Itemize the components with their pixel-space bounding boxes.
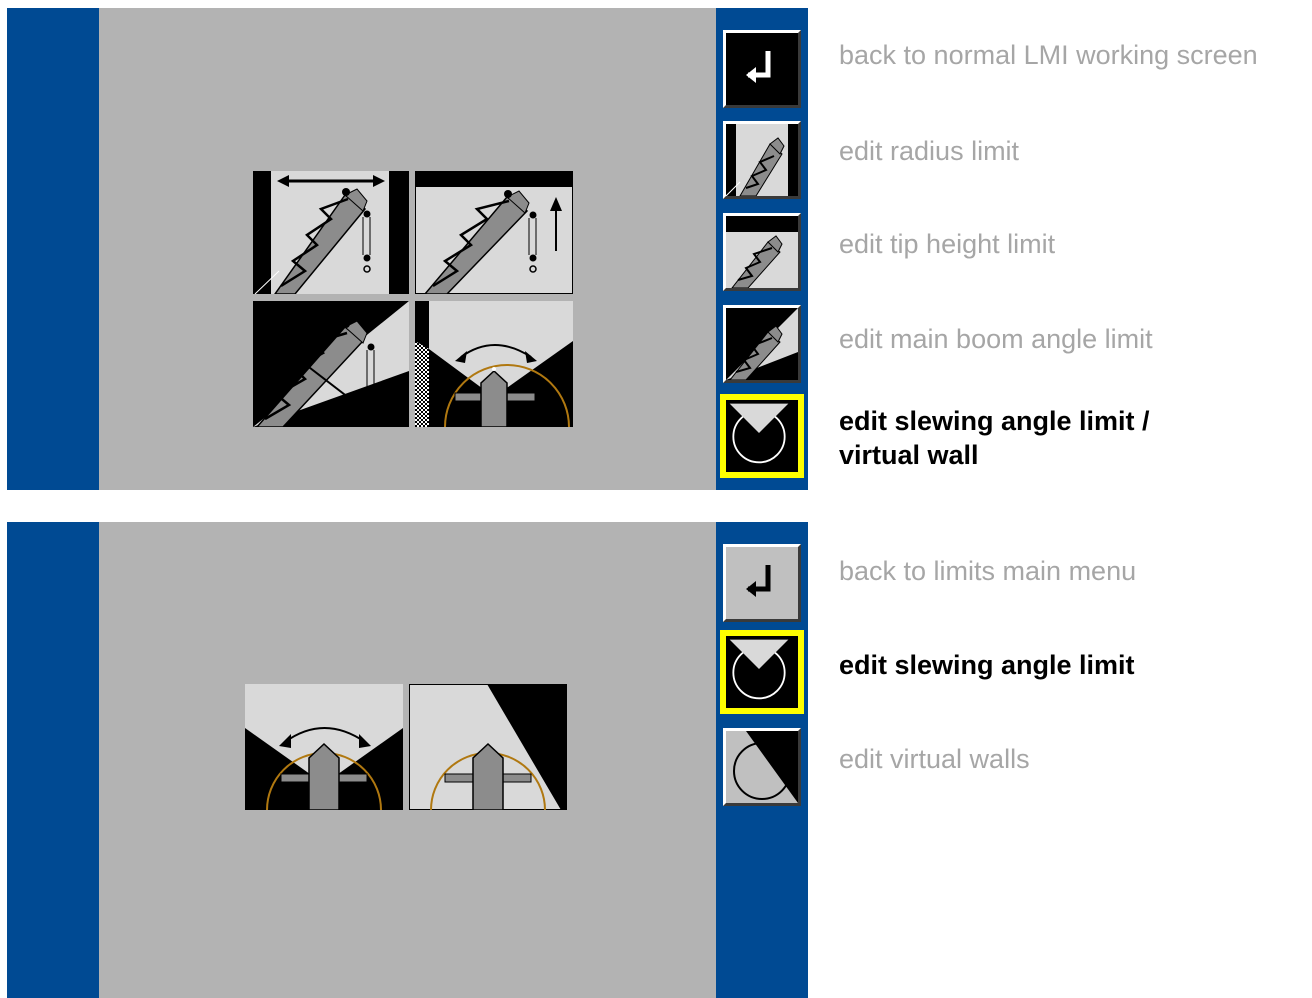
boom-angle-limit-label: edit main boom angle limit bbox=[839, 324, 1153, 354]
back-softkey[interactable] bbox=[723, 544, 801, 622]
left-side-bar bbox=[7, 522, 99, 998]
slewing-limit-label-line1: edit slewing angle limit / bbox=[839, 406, 1150, 436]
radius-limit-illustration bbox=[253, 171, 409, 294]
slewing-angle-limit-softkey[interactable] bbox=[720, 394, 804, 478]
virtual-walls-label: edit virtual walls bbox=[839, 744, 1030, 774]
back-label: back to normal LMI working screen bbox=[839, 40, 1258, 70]
tip-height-limit-illustration bbox=[415, 171, 573, 294]
boom-angle-limit-icon bbox=[726, 308, 798, 380]
boom-angle-limit-softkey[interactable] bbox=[723, 305, 801, 383]
limits-main-screen bbox=[7, 8, 808, 490]
return-arrow-icon bbox=[746, 51, 771, 83]
radius-limit-softkey[interactable] bbox=[723, 121, 801, 199]
left-side-bar bbox=[7, 8, 99, 490]
slewing-angle-softkey[interactable] bbox=[720, 630, 804, 714]
slewing-limit-illustration bbox=[415, 301, 573, 427]
radius-limit-label: edit radius limit bbox=[839, 136, 1020, 166]
slewing-menu-screen bbox=[7, 522, 808, 998]
slewing-limit-icon bbox=[729, 403, 789, 464]
tip-height-limit-icon bbox=[726, 216, 798, 288]
slewing-limit-label-line2: virtual wall bbox=[839, 440, 979, 470]
slewing-angle-illustration bbox=[245, 684, 403, 810]
virtual-wall-illustration bbox=[409, 684, 567, 810]
return-arrow-icon bbox=[746, 565, 771, 597]
back-softkey[interactable] bbox=[723, 30, 801, 108]
boom-angle-limit-illustration bbox=[253, 301, 409, 427]
radius-limit-icon bbox=[726, 124, 788, 196]
slewing-angle-label: edit slewing angle limit bbox=[839, 650, 1135, 680]
back-to-limits-label: back to limits main menu bbox=[839, 556, 1137, 586]
tip-height-limit-softkey[interactable] bbox=[723, 213, 801, 291]
tip-height-limit-label: edit tip height limit bbox=[839, 229, 1056, 259]
slewing-limit-icon bbox=[729, 639, 789, 700]
virtual-wall-icon bbox=[733, 731, 798, 803]
virtual-walls-softkey[interactable] bbox=[723, 728, 801, 806]
